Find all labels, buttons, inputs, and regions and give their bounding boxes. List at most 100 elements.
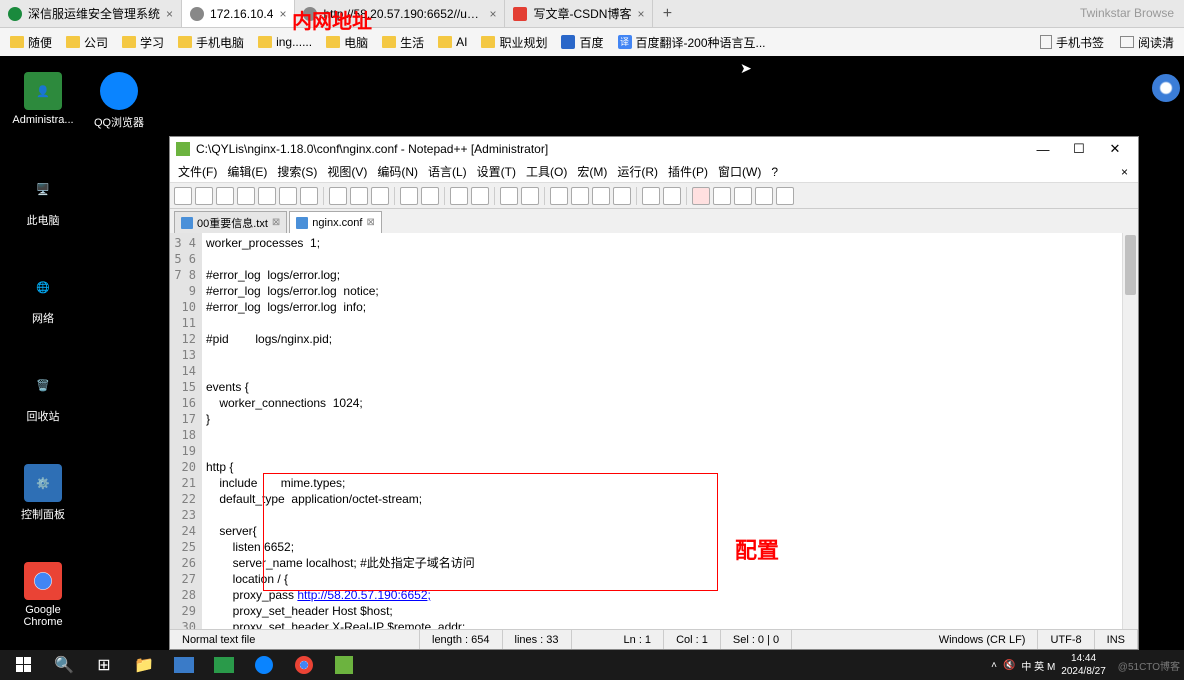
tb-saveall-icon[interactable] <box>237 187 255 205</box>
tb-allchars-icon[interactable] <box>592 187 610 205</box>
menu-language[interactable]: 语言(L) <box>424 161 471 182</box>
tb-closeall-icon[interactable] <box>279 187 297 205</box>
taskbar-app2[interactable] <box>204 650 244 680</box>
tb-redo-icon[interactable] <box>421 187 439 205</box>
assist-circle-button[interactable] <box>1152 74 1180 102</box>
editor-area[interactable]: 3 4 5 6 7 8 9 10 11 12 13 14 15 16 17 18… <box>170 233 1138 629</box>
tb-zoomin-icon[interactable] <box>500 187 518 205</box>
toolbar <box>170 183 1138 209</box>
close-icon[interactable]: × <box>637 7 644 21</box>
menu-search[interactable]: 搜索(S) <box>273 161 321 182</box>
tb-sync-icon[interactable] <box>550 187 568 205</box>
desktop-icon-qqbrowser[interactable]: QQ浏览器 <box>82 72 156 130</box>
reading-list-button[interactable]: 阅读清 <box>1116 32 1178 53</box>
menu-run[interactable]: 运行(R) <box>613 161 662 182</box>
taskbar-clock[interactable]: 14:44 2024/8/27 <box>1061 652 1112 678</box>
menu-settings[interactable]: 设置(T) <box>473 161 520 182</box>
mobile-bookmarks-button[interactable]: 手机书签 <box>1036 32 1108 53</box>
bookmark-item[interactable]: ing...... <box>254 33 316 51</box>
scroll-thumb[interactable] <box>1125 235 1136 295</box>
taskbar-explorer[interactable]: 📁 <box>124 650 164 680</box>
tb-replace-icon[interactable] <box>471 187 489 205</box>
close-button[interactable]: ✕ <box>1098 138 1132 160</box>
tb-savemacro-icon[interactable] <box>776 187 794 205</box>
close-icon[interactable]: × <box>166 7 173 21</box>
tb-print-icon[interactable] <box>300 187 318 205</box>
taskbar-qqbrowser[interactable] <box>244 650 284 680</box>
tb-folder-icon[interactable] <box>642 187 660 205</box>
tb-find-icon[interactable] <box>450 187 468 205</box>
tb-open-icon[interactable] <box>195 187 213 205</box>
bookmark-item[interactable]: 电脑 <box>322 32 372 53</box>
tray-chevron-icon[interactable]: ˄ <box>991 660 997 671</box>
menu-macro[interactable]: 宏(M) <box>573 161 611 182</box>
menu-close-doc[interactable]: × <box>1115 165 1134 179</box>
close-icon[interactable]: ⊠ <box>272 217 280 228</box>
tb-record-icon[interactable] <box>692 187 710 205</box>
file-icon <box>296 217 308 229</box>
tb-playback-icon[interactable] <box>755 187 773 205</box>
menu-edit[interactable]: 编辑(E) <box>223 161 271 182</box>
separator <box>394 187 395 205</box>
taskbar-notepadpp[interactable] <box>324 650 364 680</box>
desktop-icon-network[interactable]: 🌐网络 <box>6 268 80 326</box>
menu-plugins[interactable]: 插件(P) <box>664 161 712 182</box>
tb-close-icon[interactable] <box>258 187 276 205</box>
desktop-icon-chrome[interactable]: Google Chrome <box>6 562 80 628</box>
close-icon[interactable]: ⊠ <box>366 217 374 228</box>
mouse-cursor-icon: ➤ <box>740 60 752 77</box>
tb-indent-icon[interactable] <box>613 187 631 205</box>
tb-play-icon[interactable] <box>713 187 731 205</box>
titlebar[interactable]: C:\QYLis\nginx-1.18.0\conf\nginx.conf - … <box>170 137 1138 161</box>
minimize-button[interactable]: — <box>1026 138 1060 160</box>
code-content[interactable]: worker_processes 1; #error_log logs/erro… <box>202 233 1122 629</box>
bookmark-item[interactable]: 手机电脑 <box>174 32 248 53</box>
bookmark-item[interactable]: 学习 <box>118 32 168 53</box>
desktop-icon-controlpanel[interactable]: ⚙️控制面板 <box>6 464 80 522</box>
maximize-button[interactable]: ☐ <box>1062 138 1096 160</box>
start-button[interactable] <box>4 650 44 680</box>
browser-tab-3[interactable]: http://58.20.57.190:6652//uploadl × <box>295 0 505 27</box>
bookmark-item[interactable]: 百度 <box>557 32 607 53</box>
bookmark-item[interactable]: 随便 <box>6 32 56 53</box>
vertical-scrollbar[interactable] <box>1122 233 1138 629</box>
bookmark-item[interactable]: AI <box>434 33 471 51</box>
tb-zoomout-icon[interactable] <box>521 187 539 205</box>
tb-stop-icon[interactable] <box>734 187 752 205</box>
tb-paste-icon[interactable] <box>371 187 389 205</box>
bookmark-item[interactable]: 译百度翻译-200种语言互... <box>614 32 770 53</box>
bookmark-item[interactable]: 公司 <box>62 32 112 53</box>
desktop-icon-thispc[interactable]: 🖥️此电脑 <box>6 170 80 228</box>
desktop-icon-recyclebin[interactable]: 🗑️回收站 <box>6 366 80 424</box>
tb-cut-icon[interactable] <box>329 187 347 205</box>
desktop-icon-administrator[interactable]: 👤Administra... <box>6 72 80 126</box>
menu-encoding[interactable]: 编码(N) <box>373 161 422 182</box>
tray-ime[interactable]: 中 英 M <box>1021 658 1055 673</box>
browser-tab-1[interactable]: 深信服运维安全管理系统 × <box>0 0 182 27</box>
menu-window[interactable]: 窗口(W) <box>714 161 765 182</box>
taskbar-app1[interactable] <box>164 650 204 680</box>
tb-save-icon[interactable] <box>216 187 234 205</box>
close-icon[interactable]: × <box>279 7 286 21</box>
taskview-button[interactable]: ⊞ <box>84 650 124 680</box>
search-button[interactable]: 🔍 <box>44 650 84 680</box>
tb-copy-icon[interactable] <box>350 187 368 205</box>
menu-help[interactable]: ? <box>767 163 782 181</box>
browser-tab-2[interactable]: 172.16.10.4 × <box>182 0 295 27</box>
tb-new-icon[interactable] <box>174 187 192 205</box>
close-icon[interactable]: × <box>489 7 496 21</box>
bookmark-item[interactable]: 生活 <box>378 32 428 53</box>
tb-monitor-icon[interactable] <box>663 187 681 205</box>
menu-file[interactable]: 文件(F) <box>174 161 221 182</box>
filetab-1[interactable]: 00重要信息.txt⊠ <box>174 211 287 233</box>
bookmark-item[interactable]: 职业规划 <box>477 32 551 53</box>
menu-view[interactable]: 视图(V) <box>323 161 371 182</box>
taskbar-chrome[interactable] <box>284 650 324 680</box>
menu-tools[interactable]: 工具(O) <box>522 161 571 182</box>
browser-tab-4[interactable]: 写文章-CSDN博客 × <box>505 0 653 27</box>
new-tab-button[interactable]: + <box>653 0 681 27</box>
tb-undo-icon[interactable] <box>400 187 418 205</box>
tb-wrap-icon[interactable] <box>571 187 589 205</box>
filetab-2[interactable]: nginx.conf⊠ <box>289 211 382 233</box>
tray-volume-icon[interactable]: 🔇 <box>1003 660 1015 671</box>
